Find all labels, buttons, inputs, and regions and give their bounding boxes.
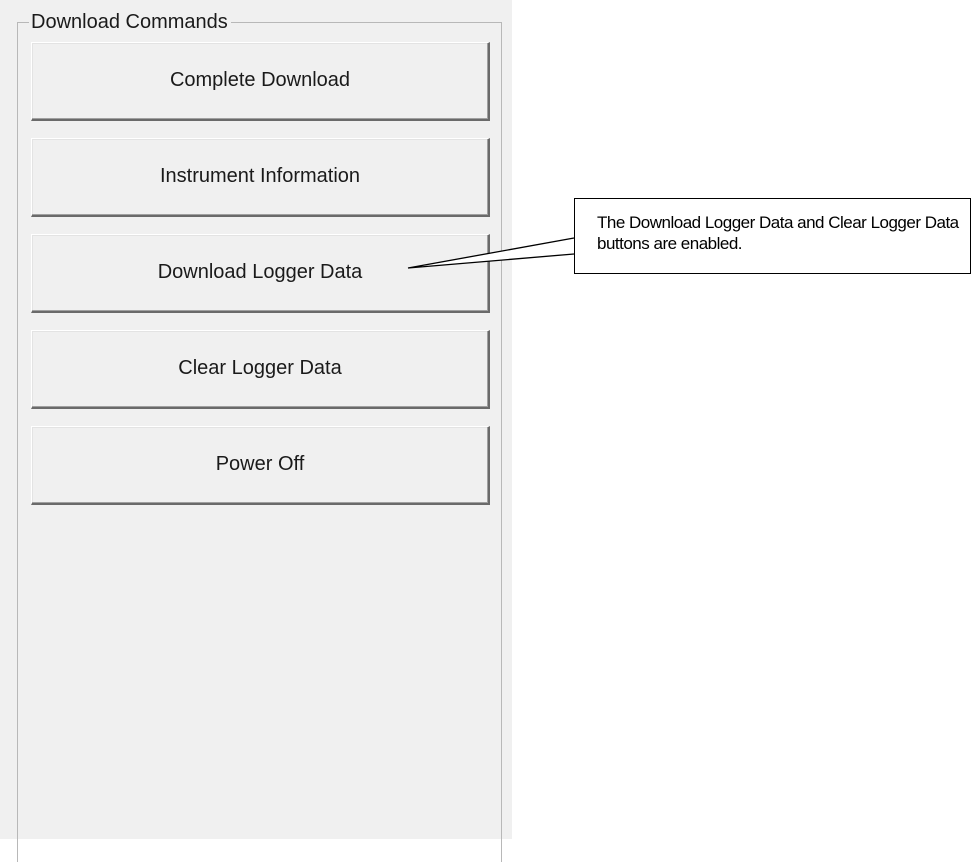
group-title: Download Commands [29,10,231,34]
power-off-label: Power Off [215,452,305,475]
instrument-information-button[interactable]: Instrument Information [31,138,490,217]
clear-logger-data-button[interactable]: Clear Logger Data [31,330,490,409]
download-logger-data-button[interactable]: Download Logger Data [31,234,490,313]
callout-note: The Download Logger Data and Clear Logge… [574,198,971,274]
power-off-button[interactable]: Power Off [31,426,490,505]
instrument-information-label: Instrument Information [159,164,361,187]
complete-download-button[interactable]: Complete Download [31,42,490,121]
clear-logger-data-label: Clear Logger Data [178,356,342,379]
callout-text: The Download Logger Data and Clear Logge… [597,213,959,253]
download-logger-data-label: Download Logger Data [157,260,363,283]
complete-download-label: Complete Download [169,68,351,91]
